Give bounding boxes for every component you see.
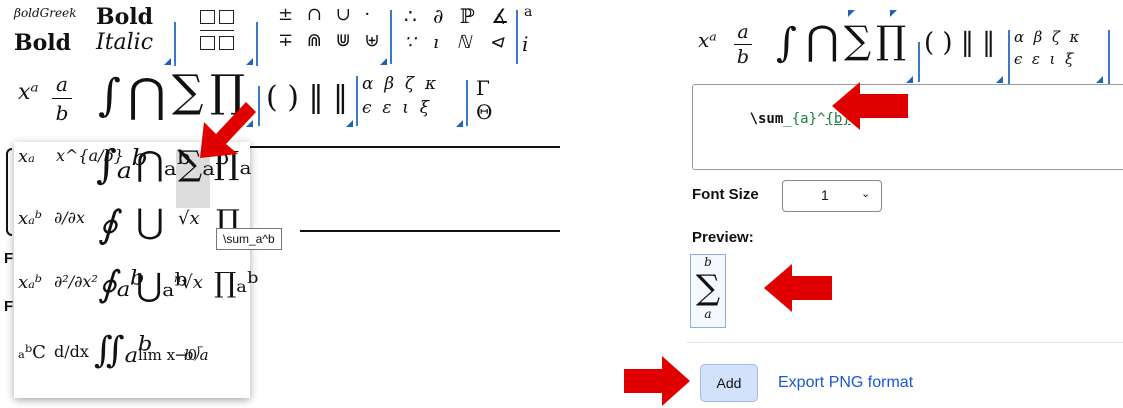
large-operators-dropdown: xₐ x^{a/b} ∫ₐᵇ ⋂ₐᵇ ∑ₐᵇ ∏ₐ xₐᵇ ∂/∂x ∮ ⋃ √… [14,142,258,398]
integral-button[interactable]: ∫ [98,70,121,121]
preview-lower-limit: a [704,307,712,321]
prescript-option[interactable]: ₐᵇC [18,342,46,363]
preview-upper-limit: b [704,255,712,269]
superscript-button[interactable]: xᵃ [18,80,39,105]
separator [174,22,176,66]
divider [686,342,1123,343]
code-command: \sum [749,111,784,127]
greek-row-top[interactable]: α β ζ κ [362,74,436,94]
separator [466,80,468,126]
prod-button[interactable]: ∏ [876,18,906,62]
editor-border-line [300,230,560,232]
fraction-button[interactable]: a b [734,20,752,69]
matrix-template-button[interactable] [200,10,236,54]
brackets-button[interactable]: ( ) ‖ ‖ [924,28,995,58]
bigcap-button[interactable]: ⋂ [806,18,839,64]
integral-button[interactable]: ∫ [776,20,797,66]
group-expand-icon[interactable] [848,10,855,17]
font-size-label: Font Size [692,186,759,203]
latex-code[interactable]: \sum_{a}^{b} [699,95,851,143]
subscript-option[interactable]: xₐ [18,146,35,167]
red-arrow-icon [624,356,690,406]
overflow-symbol-a[interactable]: a [524,4,532,20]
greek-row-bottom[interactable]: ϵ ε ι ξ [362,98,429,118]
brackets-button[interactable]: ( ) ‖ ‖ [266,80,348,115]
sqrt-option[interactable]: √x [178,208,200,229]
sub-superscript-alt-option[interactable]: xₐᵇ [18,272,42,293]
greek-row-top[interactable]: α β ζ κ [1014,28,1079,46]
overflow-symbol-b[interactable]: i [522,32,528,56]
relations-row-a[interactable]: ∴ ∂ ℙ ∡ [404,4,514,28]
font-size-select[interactable]: 1 ⌄ [782,180,882,212]
second-partial-option[interactable]: ∂²/∂x² [54,272,98,291]
derivative-option[interactable]: d/dx [54,342,89,361]
sum-button[interactable]: ∑ [844,18,871,62]
group-expand-icon[interactable] [996,76,1003,83]
style-bold-greek-button[interactable]: 𝛽𝑜𝑙𝑑𝐺𝑟𝑒𝑒𝑘 [14,6,76,20]
separator [516,10,518,64]
fraction-numerator: a [52,70,72,99]
group-expand-icon[interactable] [246,58,253,65]
group-expand-icon[interactable] [346,120,353,127]
partial-derivative-option[interactable]: ∂/∂x [54,208,85,227]
prod-limits-alt-option[interactable]: ∏ₐᵇ [214,266,258,299]
contour-integral-option[interactable]: ∮ [98,202,118,246]
bigcap-button[interactable]: ⋂ [128,68,166,122]
style-bold-upright-button[interactable]: Bold [14,30,71,56]
fraction-denominator: b [55,101,69,125]
red-arrow-icon [764,264,832,312]
left-panel: 𝛽𝑜𝑙𝑑𝐺𝑟𝑒𝑒𝑘 Bold Bold Italic ± ∩ ∪ · ∓ ⋒ ⋓… [0,0,560,407]
right-panel: xᵃ a b ∫ ⋂ ∑ ∏ ( ) ‖ ‖ α β ζ κ ϵ ε ι ξ \… [600,0,1123,407]
separator [256,22,258,66]
add-button[interactable]: Add [700,364,758,402]
font-size-value: 1 [821,187,829,203]
separator [918,42,920,82]
group-expand-icon[interactable] [164,58,171,65]
separator [1108,30,1110,84]
relations-row-b[interactable]: ∵ 𝚤 ℕ ⊲ [404,32,510,53]
red-arrow-icon [832,82,908,130]
export-png-link[interactable]: Export PNG format [778,374,913,392]
uppercase-greek-bottom[interactable]: Θ [476,100,492,124]
separator [356,76,358,126]
style-bold-button[interactable]: Bold [96,4,153,30]
sub-superscript-option[interactable]: xₐᵇ [18,208,42,229]
style-italic-button[interactable]: Italic [96,30,153,55]
binary-operators-row-a[interactable]: ± ∩ ∪ · [278,4,374,25]
uppercase-greek-top[interactable]: Γ [476,76,490,100]
binary-operators-row-b[interactable]: ∓ ⋒ ⋓ ⊎ [278,30,384,51]
red-arrow-icon [200,102,256,158]
preview-sum-symbol: ∑ [695,268,721,308]
partial-label: F [4,298,14,315]
editor-left-edge [6,148,12,236]
fraction-numerator: a [734,20,752,45]
group-expand-icon[interactable] [380,58,387,65]
editor-border-line [250,146,560,148]
tooltip: \sum_a^b [216,228,282,250]
fraction-button[interactable]: a b [52,70,72,127]
greek-row-bottom[interactable]: ϵ ε ι ξ [1014,50,1073,68]
fraction-denominator: b [736,46,750,68]
long-division-option[interactable]: b⟌a [184,346,209,364]
separator [1008,30,1010,84]
superscript-button[interactable]: xᵃ [698,28,717,52]
group-expand-icon[interactable] [890,10,897,17]
separator [390,10,392,64]
nth-root-option[interactable]: ⁿ√x [174,272,203,293]
bigcup-option[interactable]: ⋃ [136,202,164,242]
group-expand-icon[interactable] [456,120,463,127]
chevron-down-icon: ⌄ [861,188,871,200]
code-subscript: _{a} [783,111,818,127]
group-expand-icon[interactable] [1096,76,1103,83]
partial-label: F [4,250,14,267]
preview-box: b ∑ a [690,254,726,328]
preview-label: Preview: [692,229,754,246]
